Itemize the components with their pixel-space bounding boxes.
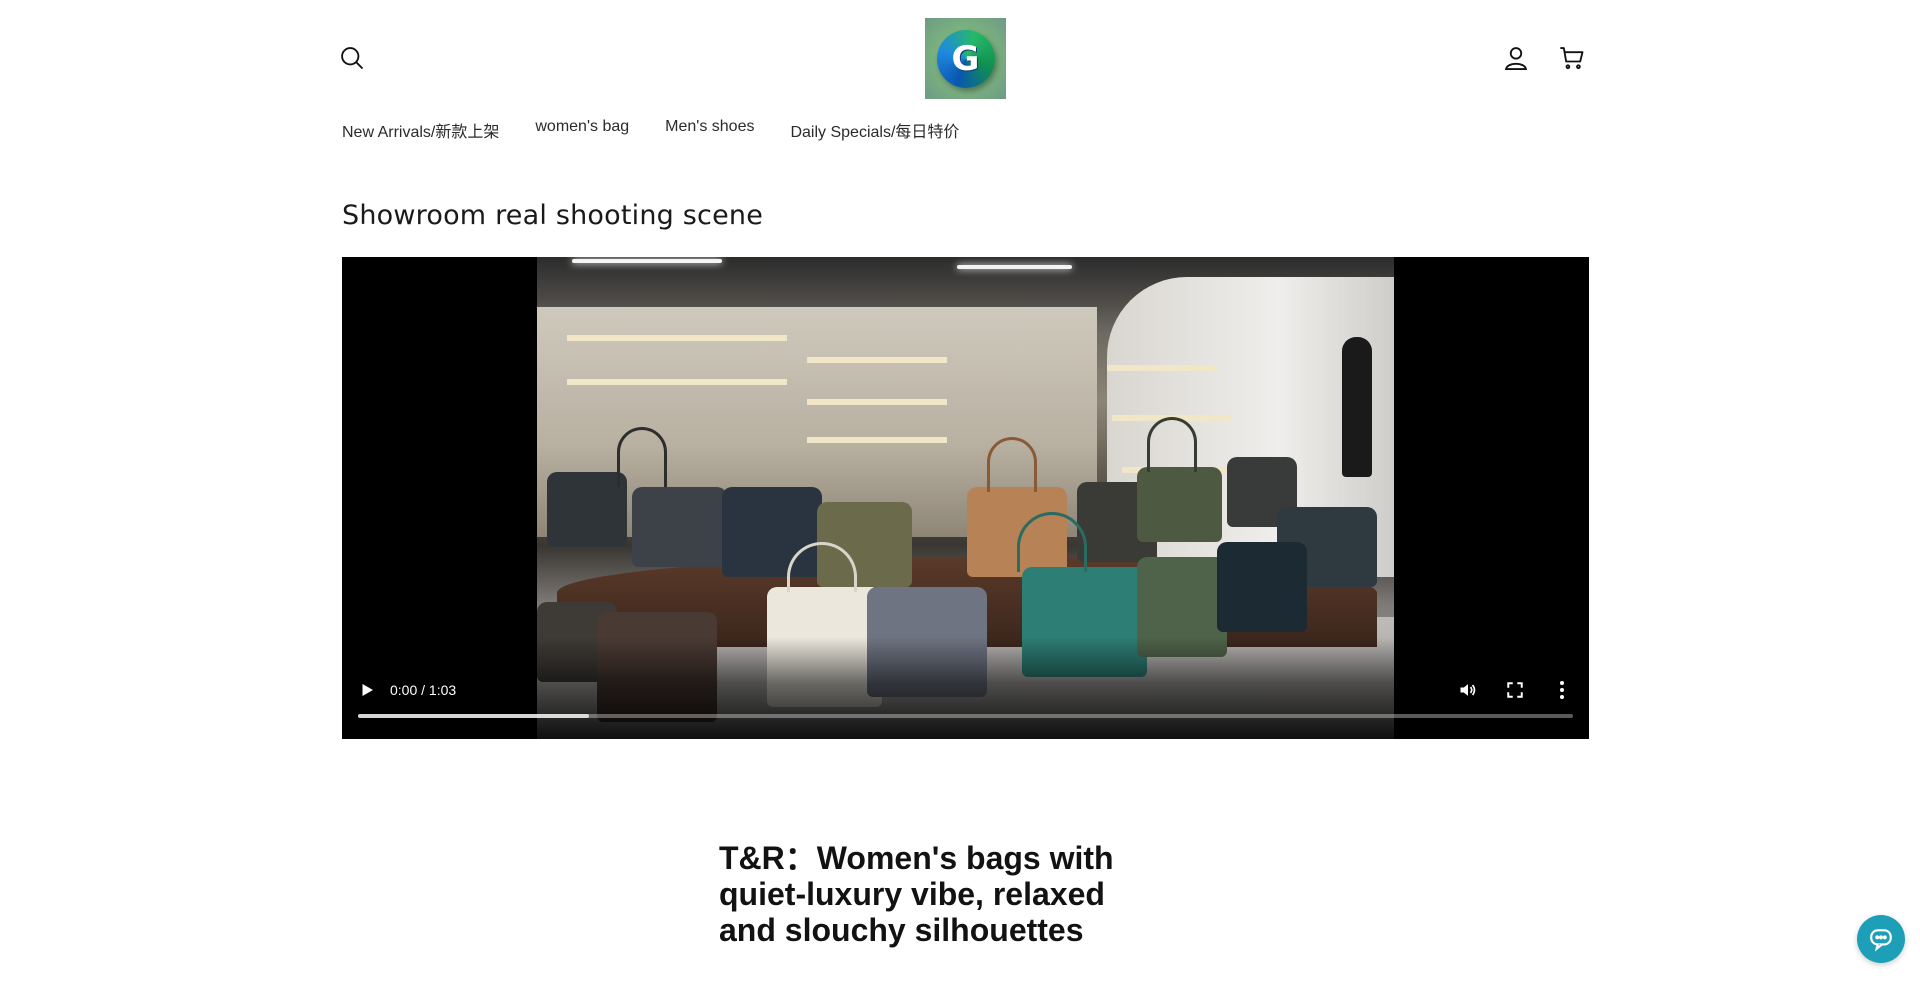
- nav-item-daily-specials[interactable]: Daily Specials/每日特价: [790, 118, 995, 142]
- feature-headline: T&R：Women's bags with quiet-luxury vibe,…: [719, 840, 1114, 948]
- section-title: Showroom real shooting scene: [342, 200, 764, 231]
- video-player[interactable]: 0:00 / 1:03: [342, 257, 1589, 739]
- more-vert-icon[interactable]: [1558, 680, 1566, 700]
- video-time: 0:00 / 1:03: [390, 682, 457, 698]
- chat-button[interactable]: [1857, 915, 1905, 963]
- main-nav: New Arrivals/新款上架 women's bag Men's shoe…: [342, 118, 995, 142]
- search-button[interactable]: [330, 36, 374, 80]
- fullscreen-icon[interactable]: [1506, 681, 1524, 699]
- nav-item-mens-shoes[interactable]: Men's shoes: [665, 118, 790, 142]
- search-icon: [341, 47, 364, 70]
- cart-button[interactable]: [1550, 36, 1594, 80]
- site-header: G: [341, 0, 1588, 120]
- nav-item-womens-bag[interactable]: women's bag: [535, 118, 665, 142]
- play-icon[interactable]: [358, 681, 376, 699]
- logo-letter: G: [951, 38, 980, 79]
- volume-icon[interactable]: [1458, 680, 1478, 700]
- video-controls-overlay: [342, 637, 1589, 739]
- video-progress-bar[interactable]: [358, 714, 1573, 718]
- cart-icon: [1560, 47, 1584, 70]
- account-icon: [1504, 47, 1528, 71]
- account-button[interactable]: [1494, 36, 1538, 80]
- video-buffered-fill: [358, 714, 589, 718]
- chat-icon: [1870, 929, 1892, 952]
- logo-emblem: G: [936, 29, 995, 88]
- nav-item-new-arrivals[interactable]: New Arrivals/新款上架: [342, 118, 535, 142]
- site-logo[interactable]: G: [925, 18, 1006, 99]
